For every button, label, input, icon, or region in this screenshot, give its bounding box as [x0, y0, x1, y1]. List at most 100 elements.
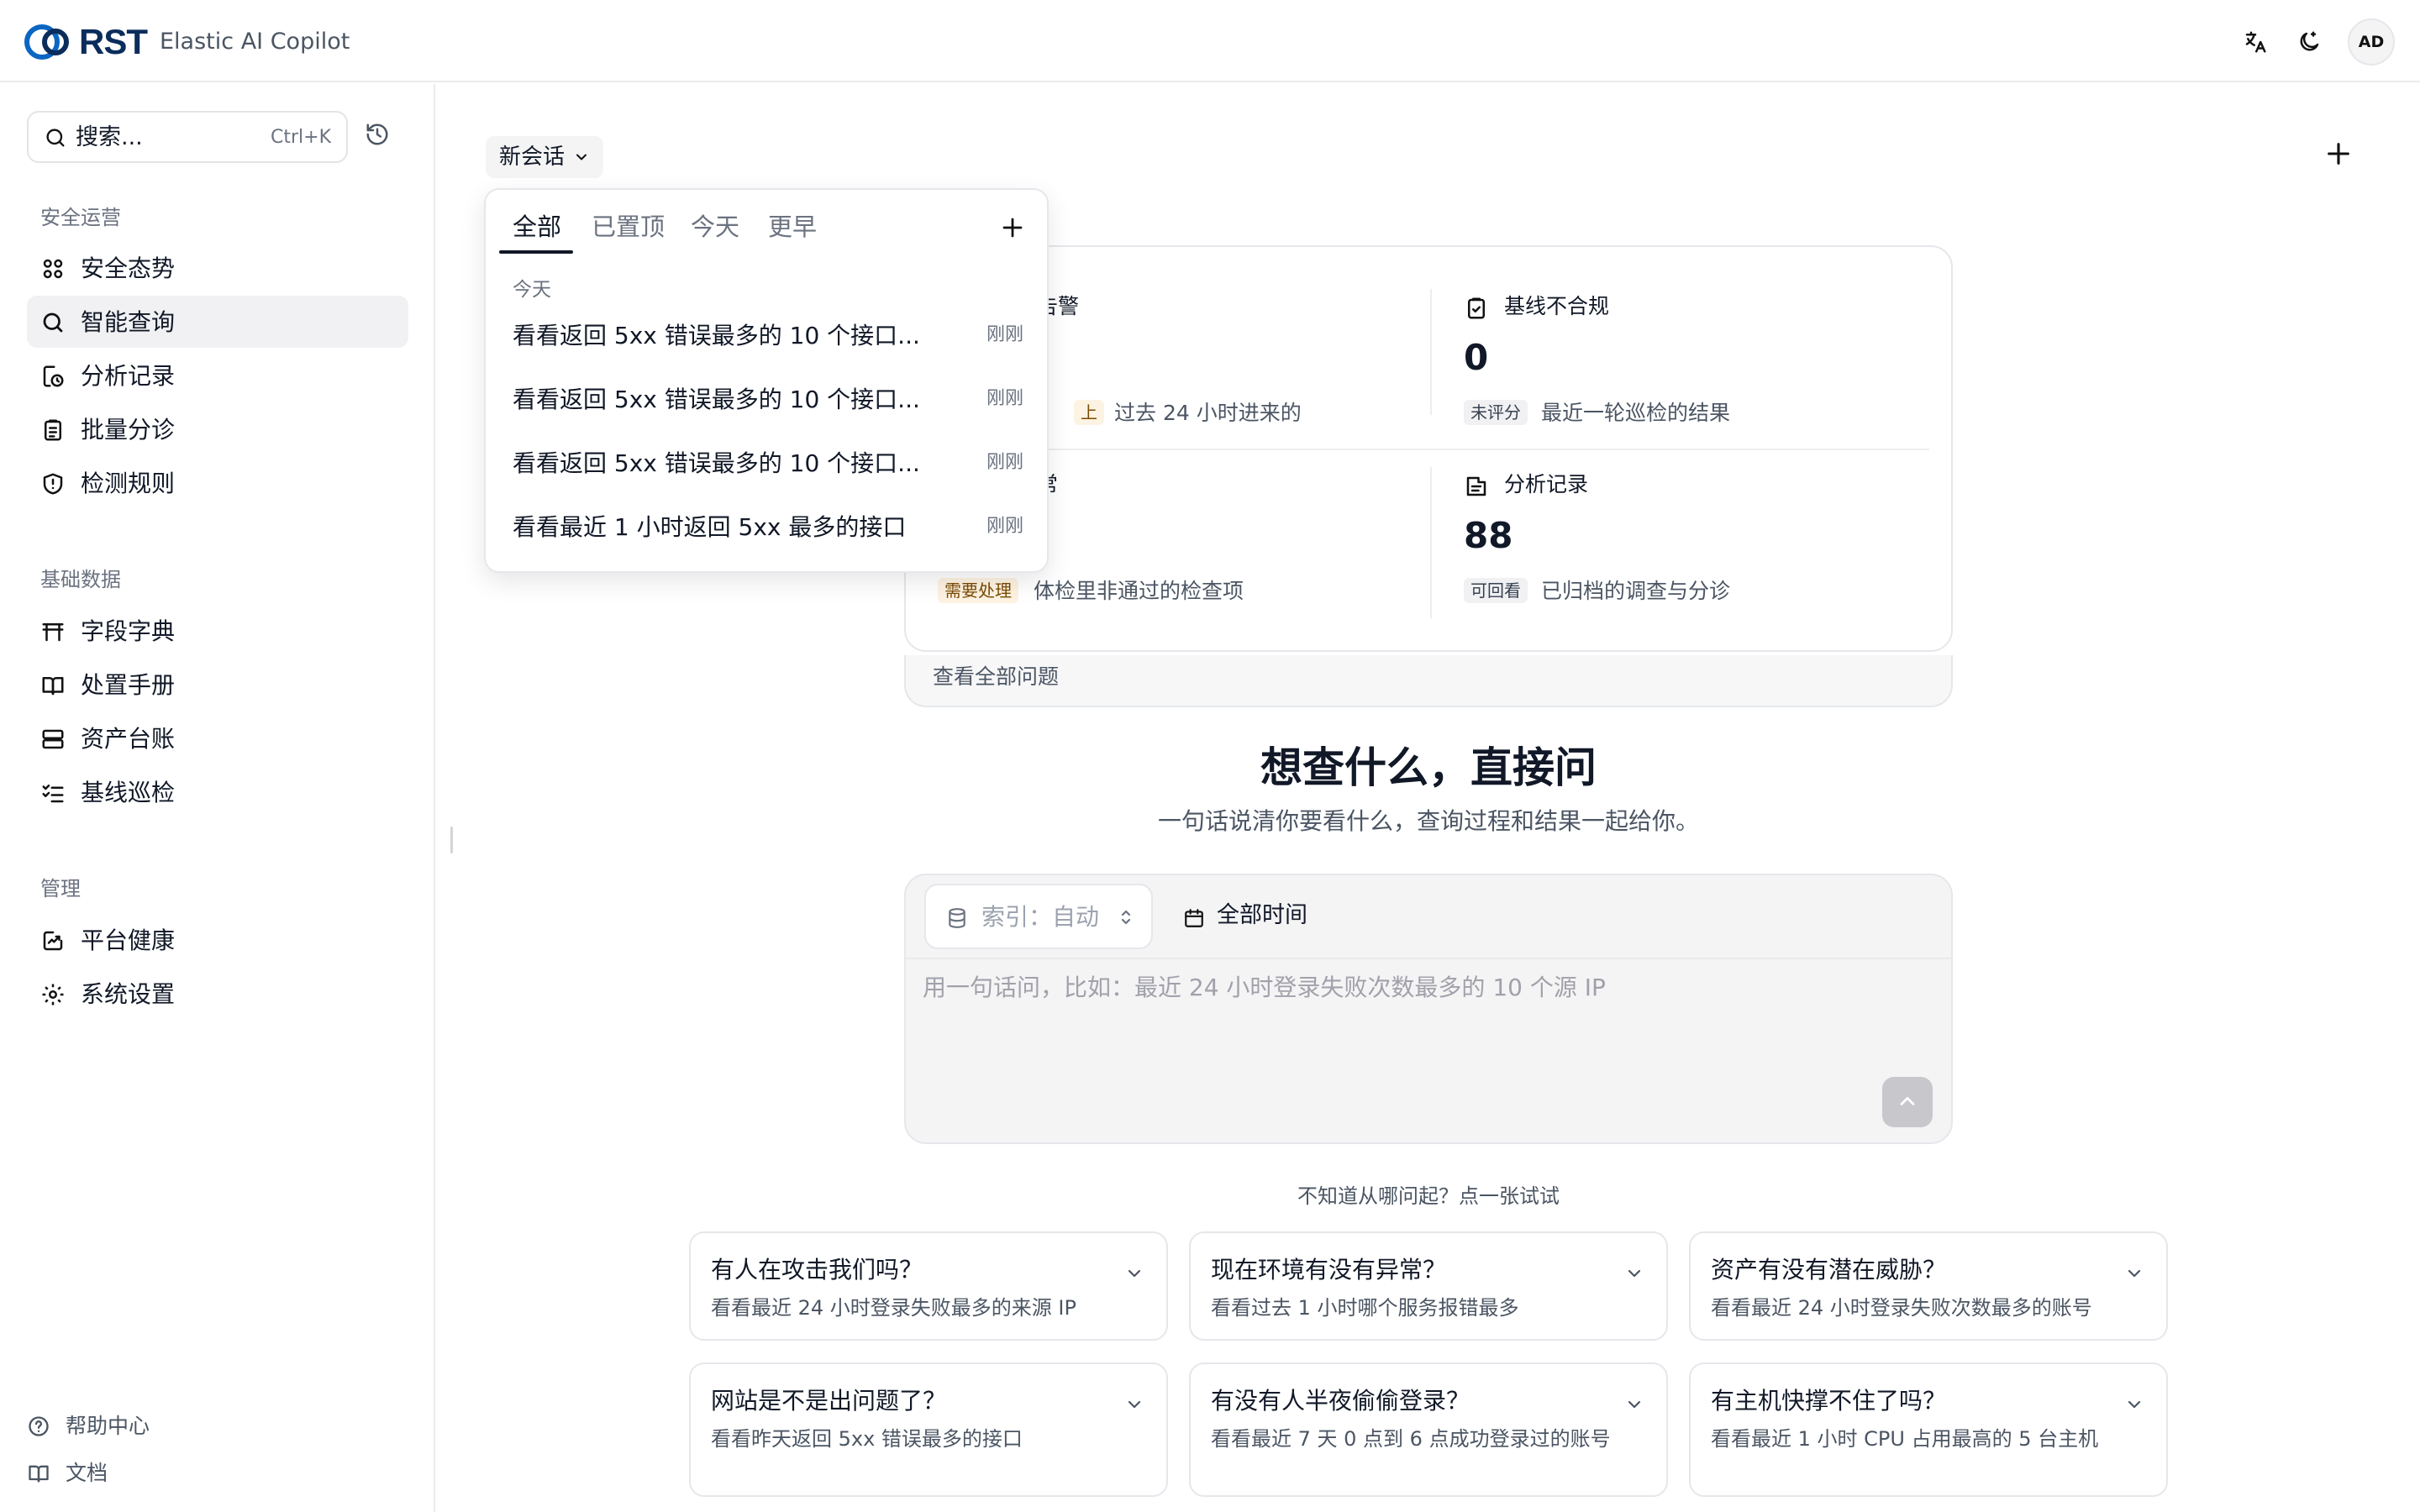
index-select[interactable]: 索引：自动 [924, 884, 1153, 949]
prompt-title: 有主机快撑不住了吗？ [1711, 1387, 1947, 1415]
database-icon [949, 908, 965, 928]
sidebar-item-label: 批量分诊 [81, 416, 176, 444]
shield-alert-icon [43, 473, 63, 495]
sidebar-item-platform-health[interactable]: 平台健康 [27, 914, 408, 966]
search-icon [43, 312, 63, 333]
user-avatar[interactable]: AD [2348, 18, 2395, 66]
sidebar-item-label: 智能查询 [81, 308, 176, 336]
prompt-desc: 看看最近 24 小时登录失败次数最多的账号 [1711, 1296, 2092, 1320]
sidebar-resize-handle[interactable] [450, 827, 453, 853]
active-tab-indicator [499, 250, 573, 254]
tab-pinned[interactable]: 已置顶 [592, 210, 665, 244]
sidebar-item-label: 平台健康 [81, 927, 176, 954]
stat-value: 88 [1464, 515, 1513, 556]
section-title-admin: 管理 [40, 877, 81, 900]
query-composer: 索引：自动 全部时间 [904, 874, 1953, 1144]
hero-title: 想查什么，直接问 [1260, 743, 1597, 792]
sidebar-item-detection-rules[interactable]: 检测规则 [27, 457, 408, 509]
session-title: 看看返回 5xx 错误最多的 10 个接口... [513, 449, 920, 477]
session-history-dropdown: 全部 已置顶 今天 更早 今天 看看返回 5xx 错误最多的 10 个接口...… [484, 188, 1049, 573]
stat-baseline[interactable]: 基线不合规 0 未评分 最近一轮巡检的结果 [1464, 291, 1918, 442]
sidebar-item-field-dictionary[interactable]: 字段字典 [27, 605, 408, 657]
sidebar: 搜索... Ctrl+K 安全运营 安全态势 智能查询 分析记录 批量分诊 检测… [0, 84, 435, 1512]
prompt-hint: 不知道从哪问起？点一张试试 [1297, 1184, 1560, 1208]
book-open-icon [29, 1465, 49, 1483]
activity-icon [43, 931, 63, 951]
clipboard-icon [45, 419, 61, 441]
book-icon [42, 677, 64, 696]
stat-divider [1430, 467, 1432, 618]
prompt-title: 有人在攻击我们吗？ [711, 1256, 923, 1284]
help-center-label: 帮助中心 [66, 1414, 150, 1438]
prompt-desc: 看看昨天返回 5xx 错误最多的接口 [711, 1427, 1023, 1451]
stat-title: 基线不合规 [1504, 294, 1610, 318]
prompt-card[interactable]: 有人在攻击我们吗？ 看看最近 24 小时登录失败最多的来源 IP [689, 1231, 1168, 1341]
prompt-desc: 看看最近 7 天 0 点到 6 点成功登录过的账号 [1211, 1427, 1611, 1451]
sidebar-item-label: 基线巡检 [81, 779, 176, 806]
server-icon [42, 729, 64, 749]
new-chat-button[interactable] [2324, 139, 2353, 168]
sidebar-item-baseline-inspection[interactable]: 基线巡检 [27, 766, 408, 818]
prompt-card[interactable]: 网站是不是出问题了？ 看看昨天返回 5xx 错误最多的接口 [689, 1362, 1168, 1497]
sidebar-item-label: 资产台账 [81, 725, 176, 753]
theme-toggle-button[interactable] [2291, 24, 2328, 60]
prompt-card[interactable]: 有主机快撑不住了吗？ 看看最近 1 小时 CPU 占用最高的 5 台主机 [1689, 1362, 2168, 1497]
sidebar-item-smart-query[interactable]: 智能查询 [27, 296, 408, 348]
app-header: RST Elastic AI Copilot AD [0, 0, 2420, 82]
new-session-button[interactable] [1000, 215, 1025, 240]
search-shortcut: Ctrl+K [270, 127, 331, 148]
grid-icon [43, 259, 63, 279]
session-selector-button[interactable]: 新会话 [486, 136, 604, 178]
sidebar-item-analysis-records[interactable]: 分析记录 [27, 349, 408, 402]
session-time: 刚刚 [986, 388, 1023, 409]
view-all-issues-link[interactable]: 查看全部问题 [904, 655, 1953, 707]
send-button[interactable] [1882, 1077, 1933, 1127]
language-button[interactable] [2237, 24, 2274, 60]
tab-today[interactable]: 今天 [691, 210, 739, 244]
chevron-down-icon [1128, 1269, 1141, 1278]
session-label: 新会话 [499, 144, 566, 170]
help-circle-icon [29, 1416, 49, 1436]
history-file-icon [43, 365, 64, 387]
sidebar-item-label: 系统设置 [81, 980, 176, 1008]
prompt-title: 资产有没有潜在威胁？ [1711, 1256, 1947, 1284]
stat-tag: 未评分 [1464, 400, 1528, 425]
sidebar-item-playbook[interactable]: 处置手册 [27, 659, 408, 711]
sidebar-item-security-posture[interactable]: 安全态势 [27, 242, 408, 294]
session-time: 刚刚 [986, 324, 1023, 345]
query-input[interactable] [923, 973, 1931, 1074]
view-all-label: 查看全部问题 [933, 664, 1060, 689]
session-list-item[interactable]: 看看最近 1 小时返回 5xx 最多的接口 刚刚 [513, 504, 1023, 551]
sidebar-item-label: 安全态势 [81, 255, 176, 282]
stat-records[interactable]: 分析记录 88 可回看 已归档的调查与分诊 [1464, 469, 1918, 620]
tab-earlier[interactable]: 更早 [768, 210, 817, 244]
stat-value: 0 [1464, 337, 1489, 378]
stat-tag: 可回看 [1464, 578, 1528, 603]
file-list-icon [1466, 476, 1486, 496]
session-title: 看看返回 5xx 错误最多的 10 个接口... [513, 322, 920, 349]
stat-desc: 体检里非通过的检查项 [1034, 579, 1244, 603]
stat-tag: 上 [1074, 400, 1104, 425]
session-list-item[interactable]: 看看返回 5xx 错误最多的 10 个接口... 刚刚 [513, 376, 1023, 423]
history-button[interactable] [365, 122, 390, 147]
sidebar-item-asset-ledger[interactable]: 资产台账 [27, 712, 408, 764]
sidebar-search-input[interactable]: 搜索... Ctrl+K [27, 111, 348, 163]
tab-all[interactable]: 全部 [513, 210, 561, 244]
table-icon [42, 623, 64, 642]
session-title: 看看最近 1 小时返回 5xx 最多的接口 [513, 513, 907, 541]
prompt-card[interactable]: 有没有人半夜偷偷登录？ 看看最近 7 天 0 点到 6 点成功登录过的账号 [1189, 1362, 1668, 1497]
search-icon [46, 129, 65, 147]
prompt-card[interactable]: 现在环境有没有异常？ 看看过去 1 小时哪个服务报错最多 [1189, 1231, 1668, 1341]
translate-icon [2245, 31, 2266, 53]
session-list-item[interactable]: 看看返回 5xx 错误最多的 10 个接口... 刚刚 [513, 440, 1023, 487]
stat-divider [933, 449, 1929, 450]
session-list-item[interactable]: 看看返回 5xx 错误最多的 10 个接口... 刚刚 [513, 312, 1023, 360]
group-label-today: 今天 [513, 279, 551, 301]
prompt-desc: 看看最近 24 小时登录失败最多的来源 IP [711, 1296, 1076, 1320]
stat-divider [1430, 289, 1432, 415]
prompt-card[interactable]: 资产有没有潜在威胁？ 看看最近 24 小时登录失败次数最多的账号 [1689, 1231, 2168, 1341]
sidebar-item-batch-triage[interactable]: 批量分诊 [27, 403, 408, 455]
sidebar-item-system-settings[interactable]: 系统设置 [27, 968, 408, 1020]
index-select-label: 索引：自动 [981, 903, 1100, 931]
chevron-down-icon [2128, 1400, 2141, 1409]
